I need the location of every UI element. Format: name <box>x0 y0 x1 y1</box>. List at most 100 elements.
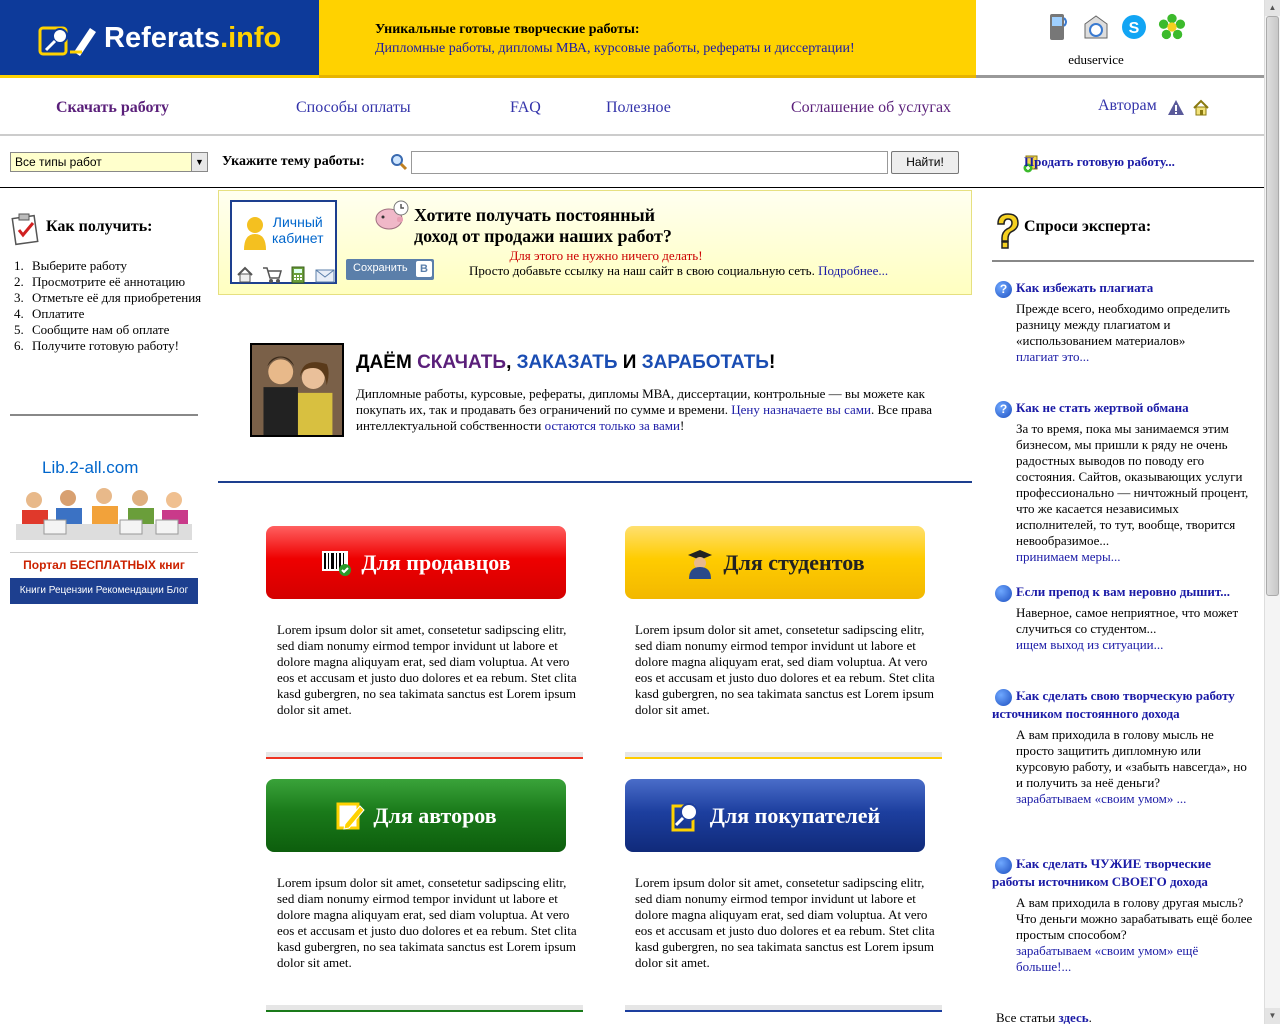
piggy-bank-icon <box>375 200 409 230</box>
nav-item-faq[interactable]: FAQ <box>510 99 541 117</box>
scrollbar[interactable]: ▲ ▼ <box>1264 0 1280 1024</box>
expert-answer: А вам приходила в голову мысль не просто… <box>1016 727 1247 806</box>
icq-icon[interactable] <box>1158 12 1186 42</box>
expert-more-link[interactable]: зарабатываем «своим умом» ещё больше!... <box>1016 943 1198 974</box>
search-button[interactable]: Найти! <box>891 151 959 174</box>
home-icon[interactable] <box>1192 99 1210 117</box>
lib-banner[interactable]: Lib.2-all.com Портал БЕСПЛАТНЫХ книг Кни… <box>10 458 198 606</box>
main-nav: Скачать работу Способы оплаты FAQ Полезн… <box>0 82 1264 136</box>
expert-more-link[interactable]: ищем выход из ситуации... <box>1016 637 1163 652</box>
home-icon[interactable] <box>236 266 254 284</box>
students-button[interactable]: Для студентов <box>625 526 925 599</box>
site-header: Referats.info Уникальные готовые творчес… <box>0 0 1264 80</box>
income-text: Просто добавьте ссылку на наш сайт в сво… <box>469 263 889 278</box>
personal-cabinet-button[interactable]: Личный кабинет <box>230 200 337 284</box>
divider <box>266 1005 583 1012</box>
warning-icon <box>1168 100 1184 115</box>
all-articles: Все статьи здесь. <box>996 1010 1092 1024</box>
expert-answer: За то время, пока мы занимаемся этим биз… <box>1016 421 1249 564</box>
intro-description: Дипломные работы, курсовые, рефераты, ди… <box>356 386 933 433</box>
rights-link[interactable]: остаются только за вами <box>545 418 680 433</box>
authors-button[interactable]: Для авторов <box>266 779 566 852</box>
email-icon[interactable] <box>1082 12 1110 42</box>
logo-text: Referats.info <box>104 22 282 54</box>
promo-subtitle[interactable]: Дипломные работы, дипломы МВА, курсовые … <box>375 41 855 57</box>
sellers-button[interactable]: Для продавцов <box>266 526 566 599</box>
skype-icon[interactable]: S <box>1120 12 1148 42</box>
expert-question-link[interactable]: ? Если препод к вам неровно дышит... <box>992 583 1254 602</box>
divider <box>10 414 198 416</box>
contacts: S eduservice <box>976 0 1264 78</box>
students-text: Lorem ipsum dolor sit amet, consetetur s… <box>635 622 935 717</box>
how-title-text: Как получить: <box>46 218 153 235</box>
expert-question-link[interactable]: ? Как сделать ЧУЖИЕ творческие работы ист… <box>992 855 1254 891</box>
authors-text: Lorem ipsum dolor sit amet, consetetur s… <box>277 875 577 970</box>
ask-expert-title: Спроси эксперта: <box>992 212 1151 255</box>
nav-item-download[interactable]: Скачать работу <box>56 99 169 117</box>
expert-question-link[interactable]: ? Как не стать жертвой обмана <box>992 399 1254 418</box>
more-link[interactable]: Подробнее... <box>818 263 888 278</box>
expert-more-link[interactable]: зарабатываем «своим умом» ... <box>1016 791 1186 806</box>
buyers-button[interactable]: Для покупателей <box>625 779 925 852</box>
work-type-select[interactable]: Все типы работ ▼ <box>10 152 208 172</box>
list-item: 2. Просмотрите её аннотацию <box>14 274 186 289</box>
checklist-icon <box>11 213 39 246</box>
nav-item-agreement[interactable]: Соглашение об услугах <box>791 99 951 117</box>
price-link[interactable]: Цену назначаете вы сами <box>731 402 871 417</box>
sell-work-link[interactable]: Продать готовую работу... <box>1024 154 1175 170</box>
buyers-label: Для покупателей <box>709 802 881 828</box>
buyers-text: Lorem ipsum dolor sit amet, consetetur s… <box>635 875 935 970</box>
user-icon <box>244 217 266 250</box>
help-icon: ? <box>995 585 1026 602</box>
nav-item-payment[interactable]: Способы оплаты <box>296 99 411 117</box>
expert-answer: Прежде всего, необходимо определить разн… <box>1016 301 1231 364</box>
lib-bar[interactable]: Книги Рецензии Рекомендации Блог <box>10 578 198 604</box>
contact-name: eduservice <box>1068 52 1124 67</box>
svg-text:S: S <box>1129 20 1140 37</box>
mail-icon[interactable] <box>314 266 336 284</box>
divider <box>625 752 942 759</box>
divider <box>625 1005 942 1012</box>
graduate-icon <box>688 549 713 579</box>
expert-item: ? Как сделать ЧУЖИЕ творческие работы ист… <box>992 855 1254 975</box>
search-input[interactable] <box>411 151 888 174</box>
how-to-get-title: Как получить: <box>10 212 152 251</box>
expert-item: ? Как не стать жертвой обмана За то время… <box>992 399 1254 565</box>
nav-item-useful[interactable]: Полезное <box>606 99 671 117</box>
chevron-down-icon[interactable]: ▼ <box>191 153 207 171</box>
search-document-icon <box>671 802 698 831</box>
cart-icon[interactable] <box>262 266 282 284</box>
scroll-down-icon[interactable]: ▼ <box>1265 1008 1280 1024</box>
expert-question-link[interactable]: ? Как сделать свою творческую работу исто… <box>992 687 1254 723</box>
divider <box>218 481 972 483</box>
mobile-icon[interactable] <box>1044 12 1072 42</box>
logo-icon <box>38 26 96 56</box>
scroll-thumb[interactable] <box>1266 16 1279 596</box>
barcode-icon <box>322 550 352 576</box>
students-label: Для студентов <box>723 549 865 575</box>
list-item: 1. Выберите работу <box>14 258 127 273</box>
authors-label: Для авторов <box>373 802 497 828</box>
scroll-up-icon[interactable]: ▲ <box>1265 0 1280 16</box>
expert-item: ? Если препод к вам неровно дышит... Наве… <box>992 583 1254 653</box>
expert-question-link[interactable]: ? Как избежать плагиата <box>992 279 1254 298</box>
search-icon <box>391 154 408 171</box>
sellers-label: Для продавцов <box>361 549 511 575</box>
intro-heading: ДАЁМ СКАЧАТЬ, ЗАКАЗАТЬ И ЗАРАБОТАТЬ! <box>356 352 776 373</box>
divider <box>266 752 583 759</box>
all-articles-link[interactable]: здесь <box>1058 1010 1088 1024</box>
expert-answer: Наверное, самое неприятное, что может сл… <box>1016 605 1239 652</box>
help-icon: ? <box>995 281 1012 298</box>
help-icon: ? <box>995 401 1012 418</box>
expert-item: ? Как избежать плагиата Прежде всего, нео… <box>992 279 1254 365</box>
students-photo <box>250 343 344 437</box>
expert-more-link[interactable]: принимаем меры... <box>1016 549 1120 564</box>
search-bar: Все типы работ ▼ Укажите тему работы: На… <box>0 138 1264 188</box>
expert-more-link[interactable]: плагиат это... <box>1016 349 1089 364</box>
income-red-note: Для этого не нужно ничего делать! <box>509 248 703 263</box>
expert-item: ? Как сделать свою творческую работу исто… <box>992 687 1254 807</box>
calculator-icon[interactable] <box>290 266 306 284</box>
income-box: Личный кабинет Сохранить В Хотите получать… <box>218 190 972 295</box>
logo[interactable]: Referats.info <box>0 0 319 78</box>
nav-item-authors[interactable]: Авторам <box>1098 97 1157 115</box>
